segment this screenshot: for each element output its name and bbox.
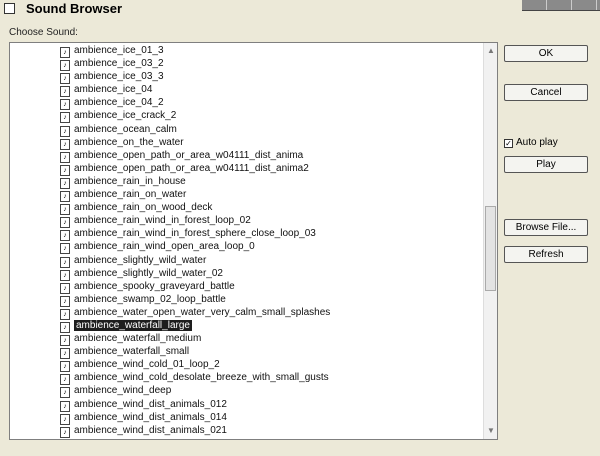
- list-item[interactable]: ♪ ambience_ice_03_2: [60, 57, 330, 72]
- scroll-up-icon[interactable]: ▲: [485, 45, 497, 57]
- sound-name: ambience_rain_in_house: [74, 175, 186, 187]
- list-item[interactable]: ♪ ambience_rain_in_house: [60, 175, 330, 189]
- sound-file-icon: ♪: [60, 125, 70, 137]
- list-item[interactable]: ♪ ambience_ocean_calm: [60, 123, 330, 137]
- sound-name: ambience_slightly_wild_water_02: [74, 267, 223, 279]
- auto-play-label: Auto play: [516, 137, 558, 148]
- sound-name: ambience_open_path_or_area_w04111_dist_a…: [74, 162, 309, 174]
- auto-play-checkbox[interactable]: ✓ Auto play: [504, 137, 558, 148]
- sound-file-icon: ♪: [60, 243, 70, 255]
- list-item[interactable]: ♪ ambience_waterfall_large: [60, 319, 330, 333]
- list-item[interactable]: ♪ ambience_water_open_water_very_calm_sma…: [60, 306, 331, 320]
- title-bar: Sound Browser: [0, 0, 600, 18]
- sound-name: ambience_open_path_or_area_w04111_dist_a…: [74, 149, 304, 161]
- list-item[interactable]: ♪ ambience_swamp_02_loop_battle: [60, 293, 330, 307]
- sound-name: ambience_wind_cold_desolate_breeze_with_…: [74, 372, 329, 384]
- sound-name: ambience_rain_wind_open_area_loop_0: [74, 241, 255, 253]
- choose-sound-label: Choose Sound:: [9, 27, 78, 38]
- sound-name: ambience_rain_on_wood_deck: [74, 202, 213, 214]
- list-item[interactable]: ♪ ambience_wind_dist_animals_014: [60, 411, 330, 425]
- list-item[interactable]: ♪ ambience_wind_deep: [60, 384, 330, 399]
- scroll-down-icon[interactable]: ▼: [485, 425, 497, 437]
- sound-file-icon: ♪: [60, 269, 70, 281]
- ok-button[interactable]: OK: [504, 45, 588, 62]
- list-item[interactable]: ♪ ambience_open_path_or_area_w04111_dist_…: [60, 162, 330, 176]
- cancel-button[interactable]: Cancel: [504, 84, 588, 101]
- list-item[interactable]: ♪ ambience_on_the_water: [60, 136, 330, 150]
- sound-list-items: ♪ ambience_ice_01_3 ♪ ambience_ice_03_2 ♪ amb…: [60, 44, 331, 438]
- sound-name: ambience_rain_wind_in_forest_loop_02: [74, 215, 251, 227]
- list-item[interactable]: ♪ ambience_waterfall_medium: [60, 332, 330, 347]
- window-title: Sound Browser: [26, 1, 123, 16]
- list-item[interactable]: ♪ ambience_slightly_wild_water: [60, 254, 330, 268]
- sound-name: ambience_wind_dist_animals_012: [74, 398, 227, 410]
- sound-name: ambience_wind_deep: [74, 385, 172, 397]
- list-item[interactable]: ♪ ambience_rain_wind_in_forest_sphere_clo…: [60, 227, 330, 242]
- sound-file-icon: ♪: [60, 400, 70, 412]
- sound-name: ambience_wind_cold_01_loop_2: [74, 359, 220, 371]
- list-item[interactable]: ♪ ambience_ice_04_2: [60, 96, 330, 111]
- sound-name: ambience_on_the_water: [74, 136, 184, 148]
- list-item[interactable]: ♪ ambience_wind_dist_animals_012: [60, 398, 330, 412]
- sound-file-icon: ♪: [60, 387, 70, 399]
- list-item[interactable]: ♪ ambience_open_path_or_area_w04111_dist_…: [60, 149, 330, 163]
- sound-file-icon: ♪: [60, 426, 70, 438]
- sound-name: ambience_swamp_02_loop_battle: [74, 293, 226, 305]
- sound-name: ambience_waterfall_small: [74, 346, 190, 358]
- sound-name: ambience_rain_on_water: [74, 189, 187, 201]
- vertical-scrollbar[interactable]: ▲ ▼: [483, 43, 497, 439]
- sound-name: ambience_wind_dist_animals_014: [74, 411, 227, 423]
- sound-name: ambience_ice_01_3: [74, 45, 164, 56]
- sound-file-icon: ♪: [60, 256, 70, 268]
- minimize-button[interactable]: [522, 0, 547, 10]
- sound-name: ambience_waterfall_large: [74, 319, 192, 331]
- list-item[interactable]: ♪ ambience_waterfall_small: [60, 345, 330, 360]
- list-item[interactable]: ♪ ambience_rain_on_wood_deck: [60, 201, 330, 216]
- list-item[interactable]: ♪ ambience_rain_on_water: [60, 188, 330, 203]
- checkbox-icon[interactable]: ✓: [504, 139, 513, 148]
- sound-name: ambience_ice_04_2: [74, 97, 164, 109]
- sound-name: ambience_ice_crack_2: [74, 110, 177, 122]
- sound-file-icon: ♪: [60, 112, 70, 124]
- list-item[interactable]: ♪ ambience_slightly_wild_water_02: [60, 267, 330, 281]
- sound-name: ambience_spooky_graveyard_battle: [74, 280, 235, 292]
- list-item[interactable]: ♪ ambience_spooky_graveyard_battle: [60, 280, 330, 294]
- sound-name: ambience_ocean_calm: [74, 123, 177, 135]
- sound-list[interactable]: ♪ ambience_ice_01_3 ♪ ambience_ice_03_2 ♪ amb…: [9, 42, 498, 440]
- sound-name: ambience_waterfall_medium: [74, 333, 202, 345]
- sound-name: ambience_water_open_water_very_calm_smal…: [74, 306, 331, 318]
- sound-name: ambience_slightly_wild_water: [74, 254, 207, 266]
- list-item[interactable]: ♪ ambience_ice_04: [60, 83, 330, 98]
- list-item[interactable]: ♪ ambience_rain_wind_open_area_loop_0: [60, 240, 330, 255]
- browse-file-button[interactable]: Browse File...: [504, 219, 588, 236]
- sound-name: ambience_wind_dist_animals_021: [74, 424, 227, 436]
- sound-name: ambience_rain_wind_in_forest_sphere_clos…: [74, 228, 316, 240]
- sound-name: ambience_ice_04: [74, 84, 153, 96]
- list-item[interactable]: ♪ ambience_ice_crack_2: [60, 109, 330, 124]
- list-item[interactable]: ♪ ambience_rain_wind_in_forest_loop_02: [60, 214, 330, 229]
- list-item[interactable]: ♪ ambience_ice_01_3: [60, 44, 330, 58]
- list-item[interactable]: ♪ ambience_wind_cold_desolate_breeze_with…: [60, 371, 330, 386]
- play-button[interactable]: Play: [504, 156, 588, 173]
- list-item[interactable]: ♪ ambience_wind_dist_animals_021: [60, 424, 330, 438]
- sound-file-icon: ♪: [60, 413, 70, 425]
- maximize-button[interactable]: [547, 0, 572, 10]
- sound-name: ambience_ice_03_3: [74, 71, 164, 83]
- list-item[interactable]: ♪ ambience_ice_03_3: [60, 70, 330, 85]
- sound-name: ambience_ice_03_2: [74, 58, 164, 70]
- refresh-button[interactable]: Refresh: [504, 246, 588, 263]
- window-controls: [522, 0, 600, 11]
- close-button[interactable]: [572, 0, 597, 10]
- list-item[interactable]: ♪ ambience_wind_cold_01_loop_2: [60, 358, 330, 373]
- window-icon: [4, 3, 15, 14]
- scrollbar-thumb[interactable]: [485, 206, 496, 291]
